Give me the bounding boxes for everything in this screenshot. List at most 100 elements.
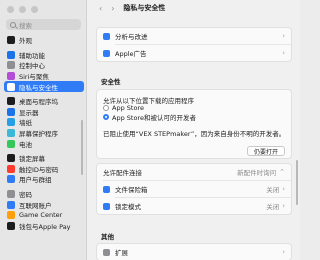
row-label: 锁定模式 — [115, 203, 141, 211]
sidebar-item-icon — [7, 72, 15, 81]
sidebar-item-icon — [7, 129, 15, 138]
sidebar-item[interactable]: 密码 — [4, 189, 84, 200]
row-apple-ads[interactable]: Apple广告 › — [97, 45, 291, 61]
sidebar-item[interactable]: 钱包与Apple Pay — [4, 221, 84, 232]
sidebar: 搜索 外观辅助功能控制中心 Siri与聚焦 隐私与安全性桌面与程序坞 显示器墙纸屏幕保… — [0, 0, 87, 260]
filevault-icon — [103, 185, 110, 193]
sidebar-item-icon — [7, 97, 15, 106]
sidebar-item-label: 锁定屏幕 — [19, 155, 45, 164]
sidebar-item-icon — [7, 50, 15, 59]
analytics-icon — [103, 32, 110, 40]
sidebar-item-icon — [7, 118, 15, 127]
minimize-button[interactable] — [19, 6, 26, 13]
chevron-right-icon: › — [282, 32, 285, 40]
page-title: 隐私与安全性 — [123, 4, 166, 12]
sidebar-item-label: 墙纸 — [19, 119, 32, 128]
sidebar-list: 外观辅助功能控制中心 Siri与聚焦 隐私与安全性桌面与程序坞 显示器墙纸屏幕保护程序… — [4, 35, 84, 231]
row-analytics[interactable]: 分析与改进 › — [97, 28, 291, 44]
sidebar-item[interactable]: 屏幕保护程序 — [4, 128, 84, 139]
megaphone-icon — [103, 49, 110, 57]
sidebar-item-label: 辅助功能 — [19, 51, 45, 60]
sidebar-item-icon — [7, 82, 15, 91]
row-filevault[interactable]: 文件保险箱 关闭 › — [97, 181, 291, 197]
sidebar-item[interactable]: 电池 — [4, 138, 84, 149]
zoom-button[interactable] — [31, 6, 38, 13]
radio-label: App Store和被认可的开发者 — [112, 113, 196, 122]
security-card: 允许从以下位置下载的应用程序 App Store App Store和被认可的开… — [96, 89, 292, 159]
privacy-card: 分析与改进 › Apple广告 › — [96, 27, 292, 62]
sidebar-item-icon — [7, 200, 15, 209]
chevron-right-icon: › — [282, 202, 285, 210]
sidebar-item[interactable]: 锁定屏幕 — [4, 153, 84, 164]
open-anyway-button[interactable]: 仍要打开 — [246, 146, 285, 156]
sidebar-item-label: Game Center — [19, 211, 63, 220]
sidebar-item-label: 控制中心 — [19, 62, 45, 71]
sidebar-item-label: 触控ID与密码 — [19, 165, 59, 174]
others-card: 扩展 › — [96, 243, 292, 260]
sidebar-item[interactable]: 辅助功能 — [4, 50, 84, 61]
sidebar-item[interactable]: 用户与群组 — [4, 174, 84, 185]
sidebar-item-icon — [7, 211, 15, 220]
sidebar-item[interactable]: 触控ID与密码 — [4, 164, 84, 175]
row-value: 新配件时询问 — [237, 169, 277, 177]
security-heading: 安全性 — [101, 78, 121, 86]
sidebar-item-label: 外观 — [19, 37, 32, 46]
sidebar-item-label: 密码 — [19, 191, 32, 200]
row-label: 分析与改进 — [115, 33, 148, 41]
row-lockdown[interactable]: 锁定模式 关闭 › — [97, 198, 291, 214]
sidebar-item[interactable]: Game Center — [4, 210, 84, 221]
row-value: 关闭 — [266, 186, 280, 194]
sidebar-item-icon — [7, 107, 15, 116]
radio-selected-icon — [103, 113, 109, 120]
sidebar-scrollbar[interactable] — [81, 120, 83, 175]
close-button[interactable] — [7, 6, 14, 13]
row-value: 关闭 — [266, 203, 280, 211]
chevron-right-icon: › — [282, 185, 285, 193]
main-scrollbar[interactable] — [296, 160, 298, 205]
sidebar-item-label: Siri与聚焦 — [19, 73, 49, 82]
sidebar-item-label: 电池 — [19, 140, 32, 149]
row-label: 允许配件连接 — [103, 169, 142, 177]
updown-icon: ⌃ — [279, 168, 285, 176]
sidebar-item-label: 互联网账户 — [19, 201, 52, 210]
others-heading: 其他 — [101, 233, 114, 241]
sidebar-item[interactable]: Siri与聚焦 — [4, 71, 84, 82]
sidebar-item[interactable]: 外观 — [4, 35, 84, 46]
radio-app-store-identified[interactable]: App Store和被认可的开发者 — [103, 112, 196, 122]
main-pane: ‹ › 隐私与安全性 分析与改进 › Apple广告 › 安全性 允许从以下位置… — [87, 0, 300, 260]
accessory-card: 允许配件连接 新配件时询问 ⌃ 文件保险箱 关闭 › 锁定模式 关闭 › — [96, 163, 292, 215]
radio-label: App Store — [112, 103, 144, 112]
row-label: 文件保险箱 — [115, 186, 148, 194]
toolbar: ‹ › 隐私与安全性 — [87, 0, 300, 16]
sidebar-item-label: 钱包与Apple Pay — [19, 222, 71, 231]
sidebar-item-icon — [7, 175, 15, 184]
sidebar-item-icon — [7, 190, 15, 199]
search-field[interactable]: 搜索 — [6, 19, 81, 30]
sidebar-item[interactable]: 显示器 — [4, 107, 84, 118]
back-button[interactable]: ‹ — [99, 4, 102, 13]
row-accessories[interactable]: 允许配件连接 新配件时询问 ⌃ — [97, 164, 291, 180]
sidebar-item[interactable]: 桌面与程序坞 — [4, 96, 84, 107]
sidebar-item[interactable]: 控制中心 — [4, 60, 84, 71]
extensions-icon — [103, 248, 110, 256]
sidebar-item[interactable]: 墙纸 — [4, 117, 84, 128]
forward-button[interactable]: › — [111, 4, 114, 13]
row-extensions[interactable]: 扩展 › — [97, 244, 291, 260]
sidebar-item-icon — [7, 154, 15, 163]
sidebar-item-icon — [7, 61, 15, 70]
sidebar-item-icon — [7, 164, 15, 173]
chevron-right-icon: › — [282, 248, 285, 256]
sidebar-item[interactable]: 互联网账户 — [4, 199, 84, 210]
sidebar-item-label: 显示器 — [19, 108, 39, 117]
lockdown-icon — [103, 202, 110, 210]
search-icon — [10, 21, 16, 28]
sidebar-item[interactable]: 隐私与安全性 — [4, 81, 84, 92]
blocked-message: 已阻止使用“VEX STEPmaker”，因为来自身份不明的开发者。 — [103, 130, 286, 138]
sidebar-item-label: 隐私与安全性 — [19, 83, 58, 92]
sidebar-item-icon — [7, 221, 15, 230]
chevron-right-icon: › — [282, 49, 285, 57]
row-label: Apple广告 — [115, 50, 147, 58]
sidebar-item-icon — [7, 36, 15, 45]
sidebar-item-label: 屏幕保护程序 — [19, 130, 58, 139]
row-label: 扩展 — [115, 249, 128, 257]
